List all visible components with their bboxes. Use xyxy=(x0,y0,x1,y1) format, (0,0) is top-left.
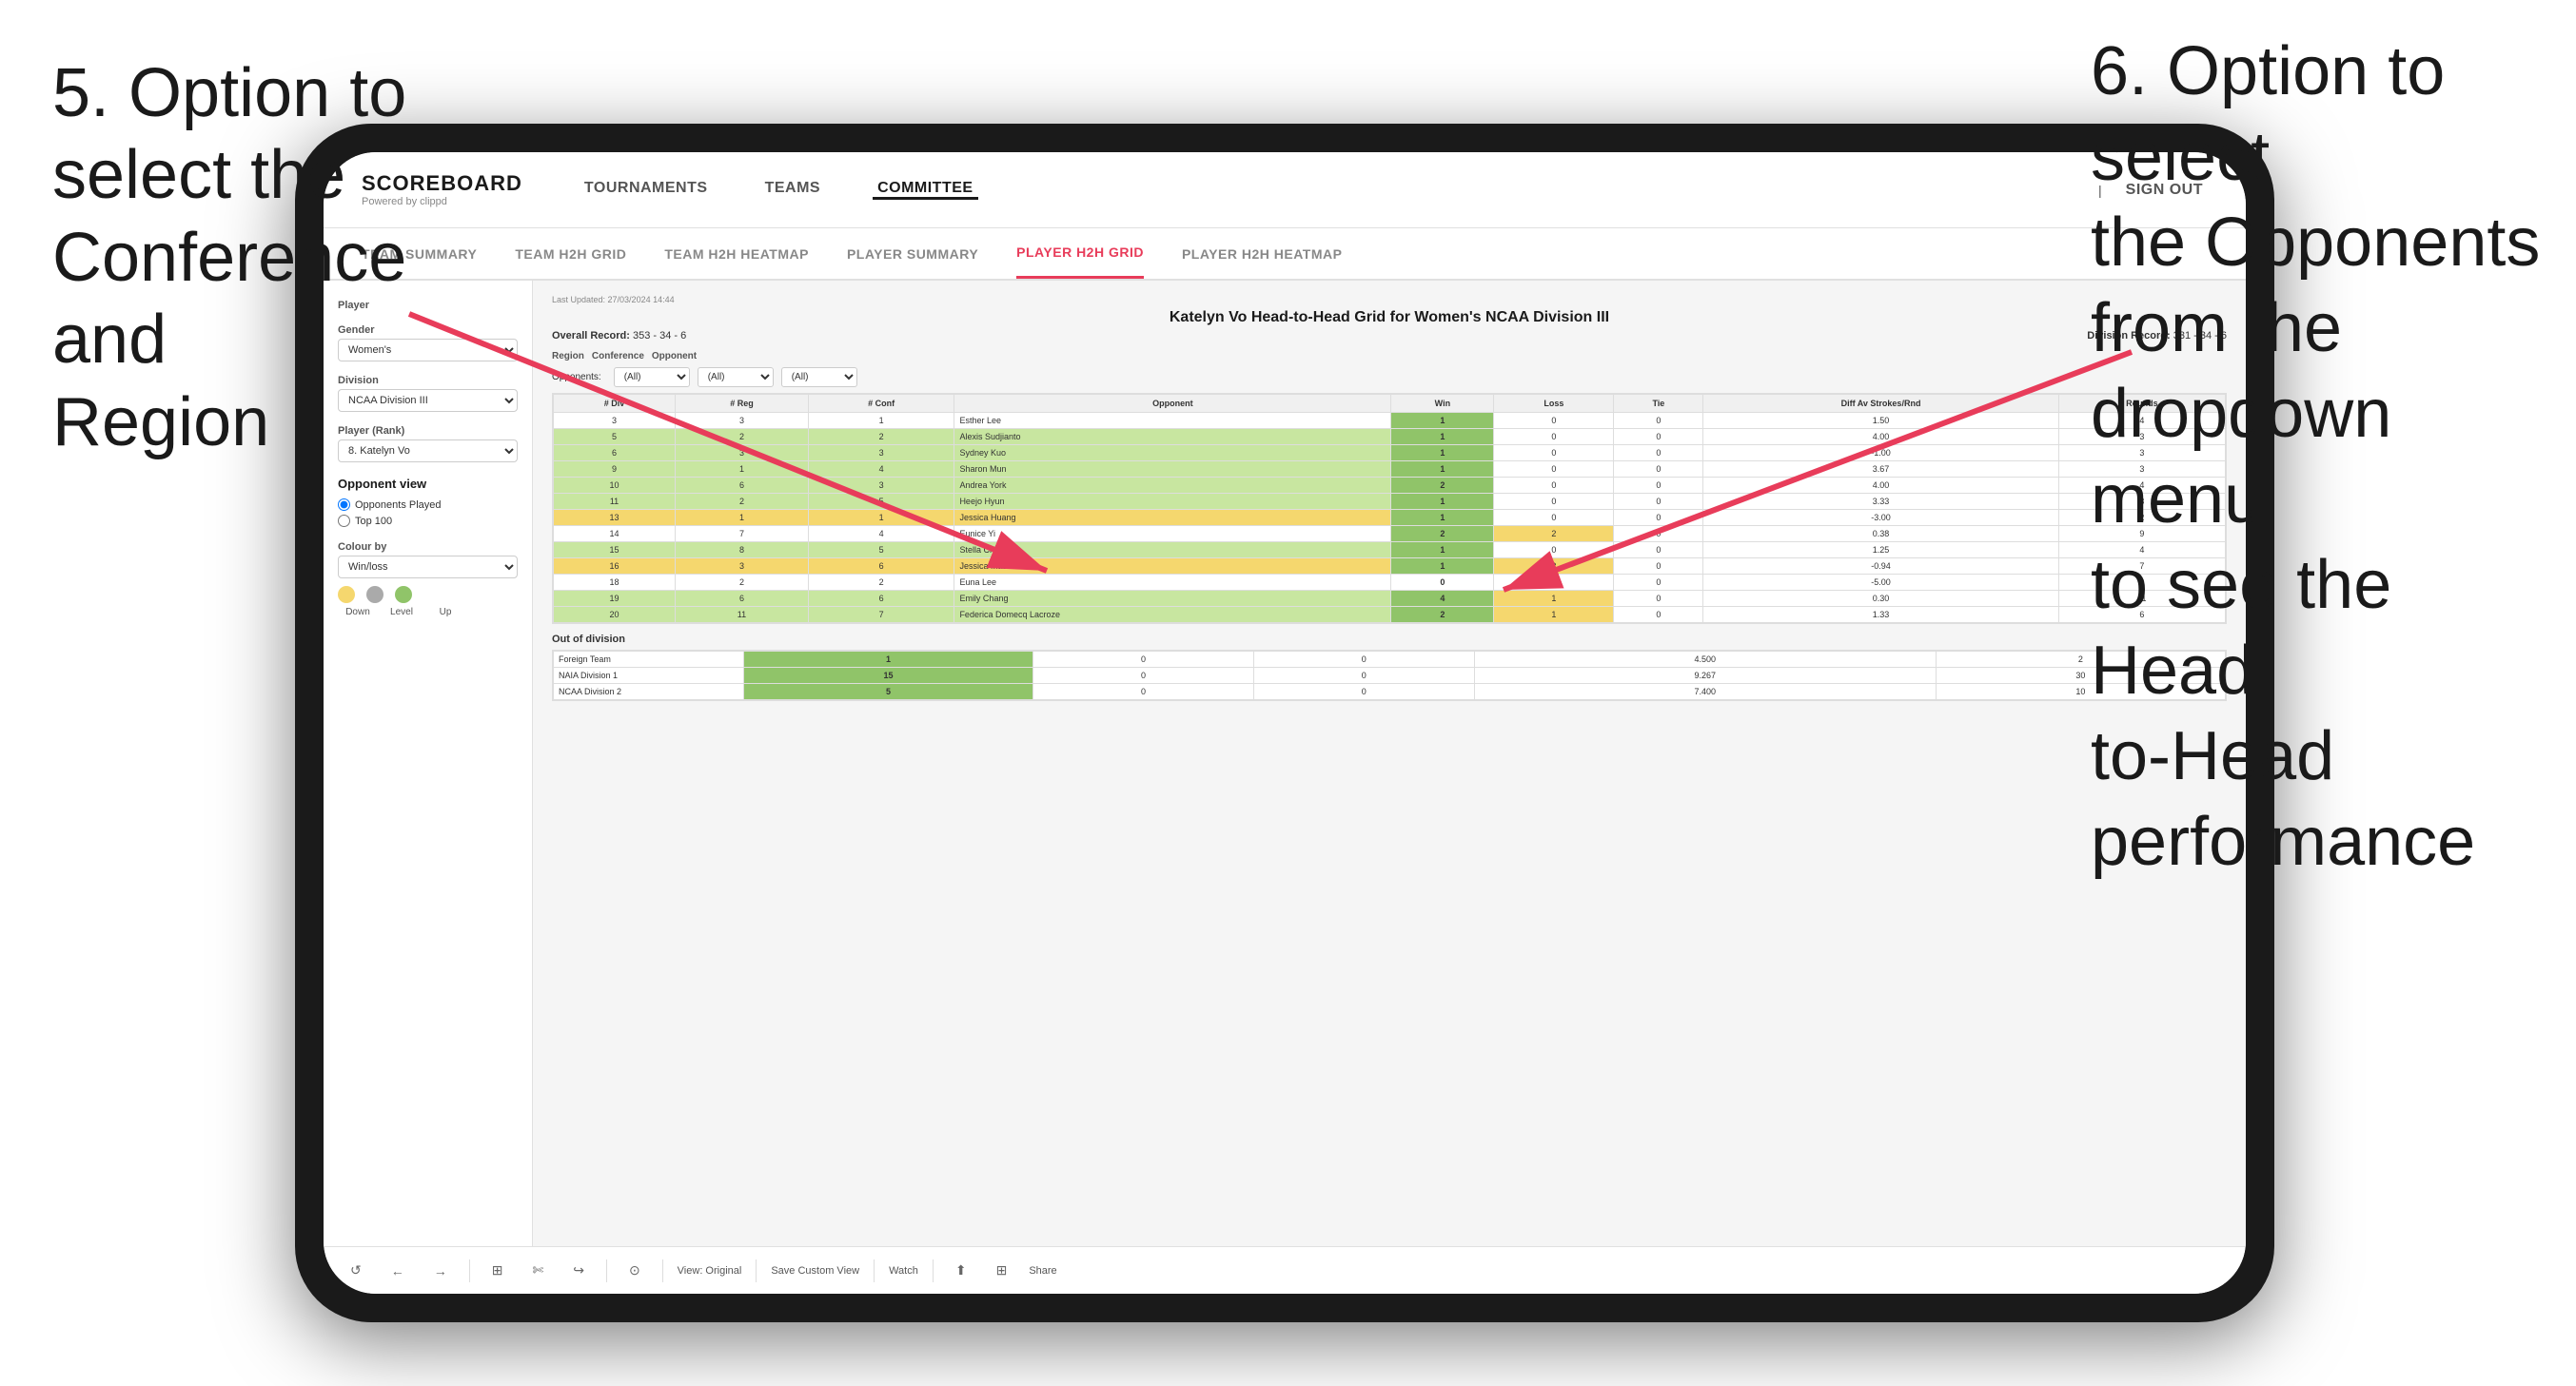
conference-select[interactable]: (All) xyxy=(698,367,774,387)
opponent-filter-group: Opponent xyxy=(652,351,697,361)
conference-filter-label: Conference xyxy=(592,351,644,361)
toolbar-sep-4 xyxy=(756,1259,757,1282)
col-header-diff: Diff Av Strokes/Rnd xyxy=(1703,395,2058,413)
colour-label-down: Down xyxy=(338,607,378,617)
out-of-division-table-section: Foreign Team 1 0 0 4.500 2 NAIA Division… xyxy=(552,650,2227,701)
colour-labels: Down Level Up xyxy=(338,607,518,617)
col-header-conf: # Conf xyxy=(808,395,954,413)
colour-dot-up xyxy=(395,586,412,603)
grid-area: Last Updated: 27/03/2024 14:44 Katelyn V… xyxy=(533,281,2246,1246)
save-custom-view-btn[interactable]: Save Custom View xyxy=(771,1265,859,1277)
toolbar-sep-2 xyxy=(606,1259,607,1282)
radio-opponents-played[interactable]: Opponents Played xyxy=(338,498,518,511)
table-row: 3 xyxy=(554,413,676,429)
out-of-division-table: Foreign Team 1 0 0 4.500 2 NAIA Division… xyxy=(553,651,2226,700)
toolbar-back[interactable]: ← xyxy=(383,1259,412,1282)
toolbar-forward[interactable]: → xyxy=(426,1259,455,1282)
app-container: SCOREBOARD Powered by clippd TOURNAMENTS… xyxy=(324,152,2246,1294)
nav-item-teams[interactable]: TEAMS xyxy=(760,180,826,200)
table-row: 11 xyxy=(554,494,676,510)
toolbar-sep-3 xyxy=(662,1259,663,1282)
col-header-loss: Loss xyxy=(1494,395,1614,413)
table-row: 15 xyxy=(554,542,676,558)
bottom-toolbar: ↺ ← → ⊞ ✄ ↪ ⊙ View: Original Save Custom… xyxy=(324,1246,2246,1294)
toolbar-refresh[interactable]: ↪ xyxy=(565,1259,592,1282)
table-row: NAIA Division 1 xyxy=(554,668,744,684)
col-header-reg: # Reg xyxy=(676,395,809,413)
col-header-div: # Div xyxy=(554,395,676,413)
table-row: 13 xyxy=(554,510,676,526)
table-row: 10 xyxy=(554,478,676,494)
colour-section: Colour by Win/loss Down Level Up xyxy=(338,541,518,617)
col-header-opponent: Opponent xyxy=(954,395,1391,413)
sub-nav-team-h2h-grid[interactable]: TEAM H2H GRID xyxy=(515,228,626,279)
colour-by-label: Colour by xyxy=(338,541,518,553)
last-updated: Last Updated: 27/03/2024 14:44 xyxy=(552,295,2227,304)
colour-label-level: Level xyxy=(382,607,422,617)
colour-by-select[interactable]: Win/loss xyxy=(338,556,518,578)
overall-record-value: 353 - 34 - 6 xyxy=(633,330,686,342)
toolbar-sep-1 xyxy=(469,1259,470,1282)
opponents-select[interactable]: (All) xyxy=(614,367,690,387)
sub-nav-player-h2h-grid[interactable]: PLAYER H2H GRID xyxy=(1016,228,1144,279)
table-row: 9 xyxy=(554,461,676,478)
colour-label-up: Up xyxy=(425,607,465,617)
records-row: Overall Record: 353 - 34 - 6 Division Re… xyxy=(552,330,2227,342)
out-of-division-header: Out of division xyxy=(552,634,2227,645)
region-filter-group: Region xyxy=(552,351,584,361)
toolbar-timer[interactable]: ⊙ xyxy=(621,1259,648,1282)
tablet-device: SCOREBOARD Powered by clippd TOURNAMENTS… xyxy=(295,124,2274,1322)
toolbar-grid[interactable]: ⊞ xyxy=(484,1259,511,1282)
tablet-screen: SCOREBOARD Powered by clippd TOURNAMENTS… xyxy=(324,152,2246,1294)
table-row: 19 xyxy=(554,591,676,607)
table-row: 14 xyxy=(554,526,676,542)
nav-items: TOURNAMENTS TEAMS COMMITTEE xyxy=(580,180,2098,200)
main-content: Player Gender Women's Division NCAA Divi… xyxy=(324,281,2246,1246)
toolbar-grid2[interactable]: ⊞ xyxy=(989,1259,1015,1282)
opponents-label: Opponents: xyxy=(552,372,601,382)
toolbar-undo[interactable]: ↺ xyxy=(343,1259,369,1282)
table-row: 16 xyxy=(554,558,676,575)
watch-btn[interactable]: Watch xyxy=(889,1265,918,1277)
table-row: Foreign Team xyxy=(554,652,744,668)
sub-nav-team-h2h-heatmap[interactable]: TEAM H2H HEATMAP xyxy=(664,228,809,279)
filter-selects-row: Opponents: (All) (All) (All) xyxy=(552,367,2227,387)
toolbar-sep-5 xyxy=(874,1259,875,1282)
filter-row: Region Conference Opponent xyxy=(552,351,2227,361)
colour-dot-level xyxy=(366,586,383,603)
annotation-right: 6. Option to select the Opponents from t… xyxy=(2091,29,2547,885)
table-row: 6 xyxy=(554,445,676,461)
opponent-view-title: Opponent view xyxy=(338,477,518,491)
sub-nav: TEAM SUMMARY TEAM H2H GRID TEAM H2H HEAT… xyxy=(324,228,2246,281)
sub-nav-player-summary[interactable]: PLAYER SUMMARY xyxy=(847,228,978,279)
overall-record: Overall Record: 353 - 34 - 6 xyxy=(552,330,686,342)
col-header-win: Win xyxy=(1391,395,1494,413)
toolbar-sep-6 xyxy=(933,1259,934,1282)
colour-dot-down xyxy=(338,586,355,603)
toolbar-share-icon[interactable]: ⬆ xyxy=(948,1259,974,1282)
top-nav: SCOREBOARD Powered by clippd TOURNAMENTS… xyxy=(324,152,2246,228)
nav-item-committee[interactable]: COMMITTEE xyxy=(873,180,978,200)
table-row: 18 xyxy=(554,575,676,591)
table-row: 20 xyxy=(554,607,676,623)
opponent-select[interactable]: (All) xyxy=(781,367,857,387)
sub-nav-player-h2h-heatmap[interactable]: PLAYER H2H HEATMAP xyxy=(1182,228,1342,279)
view-original-btn[interactable]: View: Original xyxy=(678,1265,742,1277)
col-header-tie: Tie xyxy=(1614,395,1703,413)
main-table-section: # Div # Reg # Conf Opponent Win Loss Tie… xyxy=(552,393,2227,624)
main-data-table: # Div # Reg # Conf Opponent Win Loss Tie… xyxy=(553,394,2226,623)
region-filter-label: Region xyxy=(552,351,584,361)
report-title: Katelyn Vo Head-to-Head Grid for Women's… xyxy=(552,309,2227,326)
annotation-left: 5. Option to select the Conference and R… xyxy=(52,52,452,463)
colour-dots xyxy=(338,586,518,603)
nav-item-tournaments[interactable]: TOURNAMENTS xyxy=(580,180,713,200)
share-btn[interactable]: Share xyxy=(1029,1265,1056,1277)
radio-top-100[interactable]: Top 100 xyxy=(338,515,518,527)
toolbar-cut[interactable]: ✄ xyxy=(524,1259,551,1282)
table-row: 5 xyxy=(554,429,676,445)
opponent-filter-label: Opponent xyxy=(652,351,697,361)
conference-filter-group: Conference xyxy=(592,351,644,361)
table-row: NCAA Division 2 xyxy=(554,684,744,700)
